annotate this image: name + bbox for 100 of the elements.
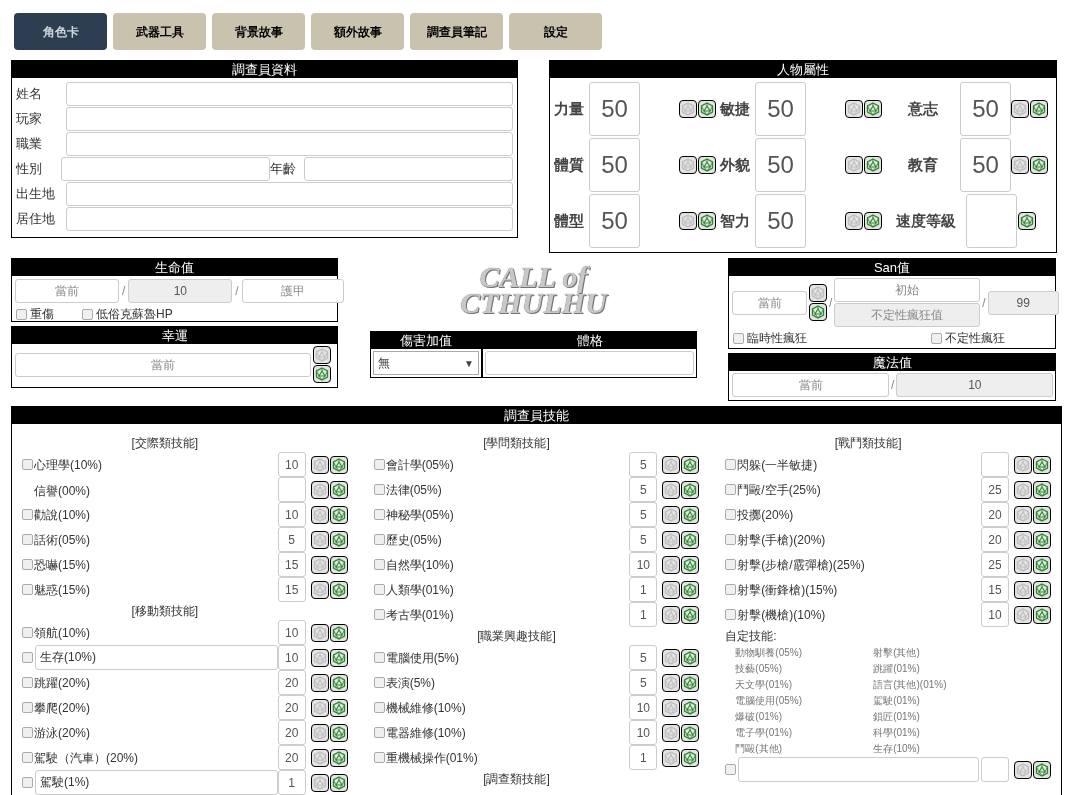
skill-value-field[interactable]: 10 <box>277 620 306 645</box>
skill-value-field[interactable]: 1 <box>629 602 658 627</box>
checkbox[interactable] <box>373 702 385 713</box>
dice-roll-button[interactable] <box>681 505 700 524</box>
checkbox[interactable] <box>725 459 737 470</box>
dice-roll-button[interactable] <box>681 698 700 717</box>
skill-value-field[interactable] <box>981 757 1009 782</box>
checkbox[interactable] <box>733 332 744 344</box>
skill-value-field[interactable] <box>981 452 1009 477</box>
skill-name-field[interactable] <box>738 757 979 782</box>
dice-button[interactable] <box>310 648 329 667</box>
dice-button[interactable] <box>310 555 329 574</box>
dice-button[interactable] <box>662 580 681 599</box>
skill-value-field[interactable]: 20 <box>277 720 306 745</box>
dice-button[interactable] <box>662 648 681 667</box>
input-field[interactable] <box>66 182 513 206</box>
dice-button[interactable] <box>310 773 329 792</box>
skill-value-field[interactable]: 10 <box>629 695 658 720</box>
checkbox[interactable] <box>16 308 27 320</box>
dice-roll-button[interactable] <box>681 748 700 767</box>
input-field[interactable]: 當前 <box>732 373 889 397</box>
skill-value-field[interactable]: 1 <box>629 745 658 770</box>
dice-button[interactable] <box>1014 455 1032 474</box>
skill-value-field[interactable]: 20 <box>981 502 1009 527</box>
checkbox[interactable] <box>22 584 33 595</box>
input-field[interactable] <box>66 82 513 106</box>
dice-button[interactable] <box>1014 480 1032 499</box>
skill-value-field[interactable]: 5 <box>629 502 658 527</box>
dice-button[interactable] <box>1014 505 1032 524</box>
checkbox[interactable] <box>931 332 942 344</box>
skill-value-field[interactable]: 10 <box>277 502 306 527</box>
checkbox[interactable] <box>373 652 385 663</box>
dice-button[interactable] <box>310 698 329 717</box>
checkbox[interactable] <box>373 484 385 495</box>
dice-roll-button[interactable] <box>329 648 348 667</box>
dice-roll-button[interactable] <box>1030 100 1048 118</box>
dice-roll-button[interactable] <box>681 530 700 549</box>
skill-value-field[interactable]: 15 <box>981 577 1009 602</box>
skill-value-field[interactable] <box>277 477 306 502</box>
skill-value-field[interactable]: 20 <box>277 745 306 770</box>
attribute-value-field[interactable]: 50 <box>755 194 806 248</box>
dice-button[interactable] <box>310 505 329 524</box>
skill-value-field[interactable]: 1 <box>277 770 306 795</box>
input-field[interactable] <box>304 157 513 181</box>
checkbox[interactable] <box>22 509 33 520</box>
tab[interactable]: 額外故事 <box>311 13 404 50</box>
checkbox[interactable] <box>22 777 33 788</box>
dice-roll-button[interactable] <box>809 303 827 321</box>
tab[interactable]: 調查員筆記 <box>410 13 503 50</box>
skill-value-field[interactable]: 15 <box>277 552 306 577</box>
skill-value-field[interactable]: 5 <box>629 670 658 695</box>
dice-button[interactable] <box>679 212 697 230</box>
dice-button[interactable] <box>310 723 329 742</box>
skill-value-field[interactable]: 10 <box>629 552 658 577</box>
dice-roll-button[interactable] <box>1033 580 1051 599</box>
dice-button[interactable] <box>662 698 681 717</box>
dice-button[interactable] <box>1014 760 1032 779</box>
checkbox[interactable] <box>373 727 385 738</box>
tab[interactable]: 背景故事 <box>212 13 305 50</box>
dice-roll-button[interactable] <box>329 773 348 792</box>
dice-button[interactable] <box>1014 530 1032 549</box>
skill-value-field[interactable]: 5 <box>629 452 658 477</box>
dice-roll-button[interactable] <box>1030 156 1048 174</box>
dice-roll-button[interactable] <box>329 723 348 742</box>
dice-button[interactable] <box>845 212 863 230</box>
skill-value-field[interactable]: 10 <box>629 720 658 745</box>
checkbox[interactable] <box>373 559 385 570</box>
attribute-value-field[interactable] <box>966 194 1017 248</box>
dice-button[interactable] <box>1011 156 1029 174</box>
dice-roll-button[interactable] <box>329 673 348 692</box>
dice-button[interactable] <box>662 748 681 767</box>
dice-button[interactable] <box>310 480 329 499</box>
checkbox[interactable] <box>22 702 33 713</box>
dice-roll-button[interactable] <box>681 605 700 624</box>
checkbox[interactable] <box>22 559 33 570</box>
dice-button[interactable] <box>662 555 681 574</box>
damage-select[interactable]: 無 ▼ <box>373 351 479 375</box>
dice-roll-button[interactable] <box>864 156 882 174</box>
skill-value-field[interactable]: 25 <box>981 477 1009 502</box>
dice-button[interactable] <box>1014 605 1032 624</box>
dice-roll-button[interactable] <box>329 480 348 499</box>
dice-button[interactable] <box>1014 555 1032 574</box>
dice-roll-button[interactable] <box>329 748 348 767</box>
attribute-value-field[interactable]: 50 <box>589 82 640 136</box>
skill-value-field[interactable]: 1 <box>629 577 658 602</box>
dice-roll-button[interactable] <box>313 365 331 383</box>
checkbox[interactable] <box>373 534 385 545</box>
input-field[interactable]: 當前 <box>15 279 119 303</box>
input-field[interactable]: 當前 <box>15 352 311 377</box>
input-field[interactable] <box>485 351 694 375</box>
input-field[interactable]: 初始 <box>834 278 981 302</box>
checkbox[interactable] <box>373 752 385 763</box>
dice-roll-button[interactable] <box>698 212 716 230</box>
checkbox[interactable] <box>22 459 33 470</box>
skill-value-field[interactable]: 10 <box>277 645 306 670</box>
dice-button[interactable] <box>1011 100 1029 118</box>
checkbox[interactable] <box>373 584 385 595</box>
checkbox[interactable] <box>373 459 385 470</box>
dice-button[interactable] <box>1014 580 1032 599</box>
checkbox[interactable] <box>725 584 737 595</box>
